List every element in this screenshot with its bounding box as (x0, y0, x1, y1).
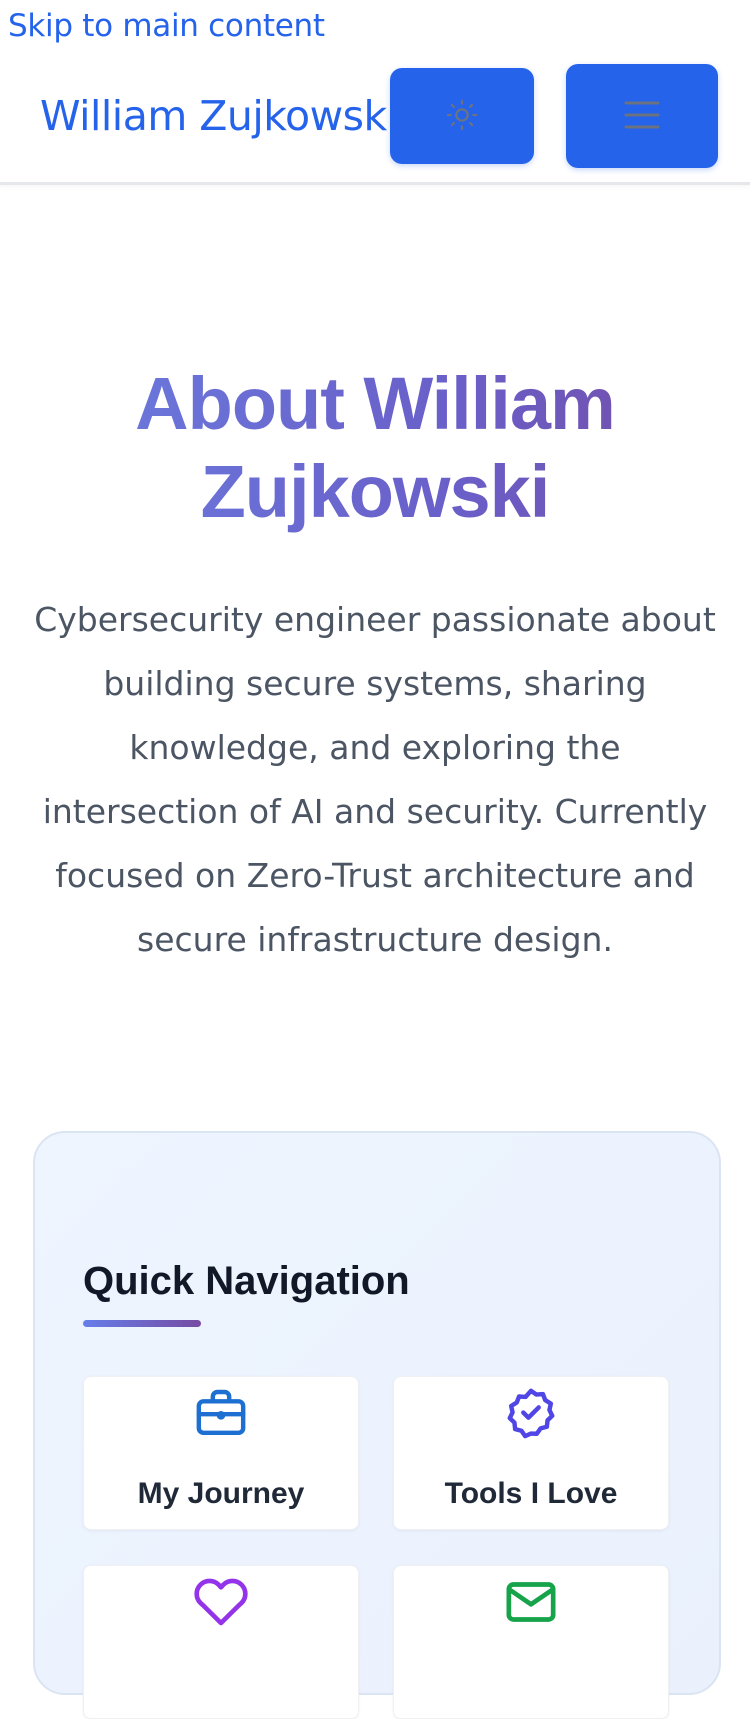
title-underline-accent (83, 1320, 201, 1327)
briefcase-icon (84, 1385, 358, 1445)
intro-paragraph: Cybersecurity engineer passionate about … (34, 600, 716, 959)
page-title: About William Zujkowski (0, 360, 750, 536)
nav-tile-contact[interactable] (393, 1565, 669, 1719)
quick-navigation-card: Quick Navigation My Journey Tools I Love (33, 1131, 721, 1719)
nav-tile-my-journey[interactable]: My Journey (83, 1376, 359, 1530)
nav-tile-label: My Journey (137, 1477, 305, 1510)
menu-toggle-button[interactable] (566, 64, 718, 168)
nav-tile-heart[interactable] (83, 1565, 359, 1719)
quick-navigation-title: Quick Navigation (83, 1259, 410, 1303)
envelope-icon (394, 1574, 668, 1634)
hamburger-menu-icon (622, 98, 662, 135)
theme-toggle-button[interactable] (390, 68, 534, 164)
site-header: William Zujkowski (0, 0, 750, 185)
nav-tile-tools-i-love[interactable]: Tools I Love (393, 1376, 669, 1530)
heart-icon (84, 1574, 358, 1634)
nav-tile-label: Tools I Love (444, 1477, 618, 1510)
site-brand-link[interactable]: William Zujkowski (40, 92, 398, 140)
badge-check-icon (394, 1385, 668, 1445)
sun-icon (445, 98, 479, 135)
